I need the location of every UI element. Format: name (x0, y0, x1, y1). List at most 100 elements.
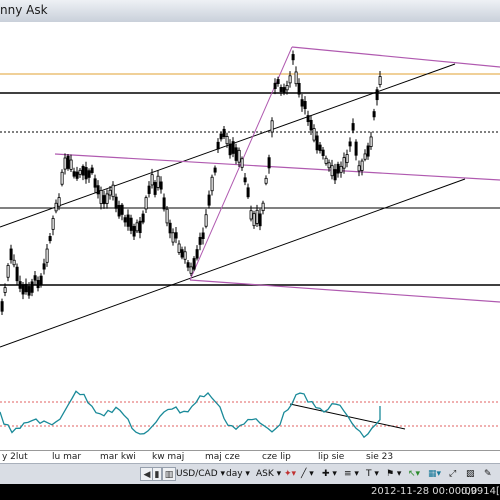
candle (108, 189, 112, 196)
time-axis: y 2lut lu mar mar kwi kw maj maj cze cze… (0, 450, 500, 464)
candle (147, 185, 151, 194)
more-icon[interactable]: ✎ (484, 467, 492, 481)
cursor-icon[interactable]: ↖▾ (408, 467, 420, 481)
candle (96, 185, 100, 195)
candle (216, 141, 220, 150)
crosshair-icon[interactable]: ✚ ▾ (322, 467, 337, 481)
time-label: y 2lut (2, 452, 28, 462)
candle (366, 145, 370, 157)
candle (258, 213, 262, 227)
candle (294, 71, 298, 85)
candle (33, 275, 37, 281)
candle (63, 157, 67, 170)
candle (36, 280, 40, 289)
zoom-icon[interactable]: ⤢ (449, 467, 456, 481)
candle (225, 136, 229, 145)
symbol-selector[interactable]: USD/CAD ▾ (176, 467, 225, 481)
candle (21, 284, 25, 295)
chart-toolbar: ◀ ▮ ▥ USD/CAD ▾ day ▾ ASK ▾ ✦▾ ╱ ▾ ✚ ▾ ≡… (0, 463, 500, 485)
time-label: lip sie (318, 452, 345, 462)
time-label: mar kwi (100, 452, 136, 462)
time-label: kw maj (152, 452, 185, 462)
candle (342, 157, 346, 169)
candle (192, 258, 196, 270)
candle (180, 249, 184, 258)
candle (183, 251, 187, 260)
candle (39, 275, 43, 286)
scroll-thumb[interactable]: ▮ (152, 467, 162, 481)
candle (201, 232, 205, 239)
candle (285, 85, 289, 91)
candle (57, 197, 61, 207)
price-chart[interactable] (0, 22, 500, 382)
window-titlebar: nny Ask (0, 0, 500, 23)
candle (18, 281, 22, 289)
candle (135, 222, 139, 232)
candle (171, 232, 175, 243)
candle-type-icon[interactable]: ✦▾ (284, 467, 296, 481)
symbol-label: USD/CAD (176, 469, 218, 479)
candle (120, 204, 124, 215)
candle (177, 243, 181, 253)
text-tool-icon[interactable]: T ▾ (366, 467, 379, 481)
fibonacci-icon[interactable]: ≡ ▾ (344, 467, 359, 481)
candle (78, 169, 82, 175)
candle (345, 154, 349, 163)
status-value: 0,9914[4 (461, 486, 500, 497)
objects-icon[interactable]: ▦▾ (428, 467, 441, 481)
candle (3, 287, 7, 293)
candle (354, 141, 358, 156)
candle (150, 174, 154, 186)
price-type-selector[interactable]: ASK ▾ (256, 467, 281, 481)
oscillator-panel[interactable] (0, 382, 500, 450)
candle (123, 217, 127, 223)
chart-mode-icon[interactable]: ▥ (162, 467, 176, 481)
time-label: lu mar (52, 452, 82, 462)
candle (84, 167, 88, 180)
candle (249, 210, 253, 220)
candle (339, 165, 343, 173)
timeframe-selector[interactable]: day ▾ (226, 467, 250, 481)
candle (165, 208, 169, 224)
candle (264, 177, 268, 184)
candle (105, 193, 109, 204)
candle (159, 181, 163, 190)
candle (288, 75, 292, 84)
candle (330, 165, 334, 177)
candle (24, 283, 28, 293)
grid-icon[interactable]: ▨ (466, 467, 475, 481)
candle (195, 249, 199, 259)
timeframe-label: day (226, 469, 243, 479)
candle (138, 220, 142, 234)
candle (174, 232, 178, 239)
line-tool-icon[interactable]: ╱ ▾ (301, 467, 314, 481)
candle (252, 213, 256, 227)
candle (156, 175, 160, 188)
candle (333, 169, 337, 181)
candle (117, 205, 121, 217)
candle (15, 266, 19, 282)
candle (207, 194, 211, 206)
candle (300, 99, 304, 107)
price-type-label: ASK (256, 469, 274, 479)
candle (54, 202, 58, 212)
candle (60, 171, 64, 185)
candle (270, 120, 274, 133)
candle (363, 153, 367, 160)
candle (186, 262, 190, 268)
candle (312, 128, 316, 141)
candle (42, 263, 46, 270)
candle (321, 149, 325, 156)
time-label: maj cze (205, 452, 240, 462)
candle (306, 115, 310, 123)
pattern-icon[interactable]: ⚑ ▾ (386, 467, 401, 481)
candle (210, 176, 214, 192)
window-title: nny Ask (0, 3, 48, 17)
candle (189, 266, 193, 274)
candle (144, 197, 148, 210)
candle (48, 236, 52, 242)
candle (81, 165, 85, 176)
candle (246, 187, 250, 198)
candle (75, 171, 79, 179)
candle (213, 167, 217, 173)
